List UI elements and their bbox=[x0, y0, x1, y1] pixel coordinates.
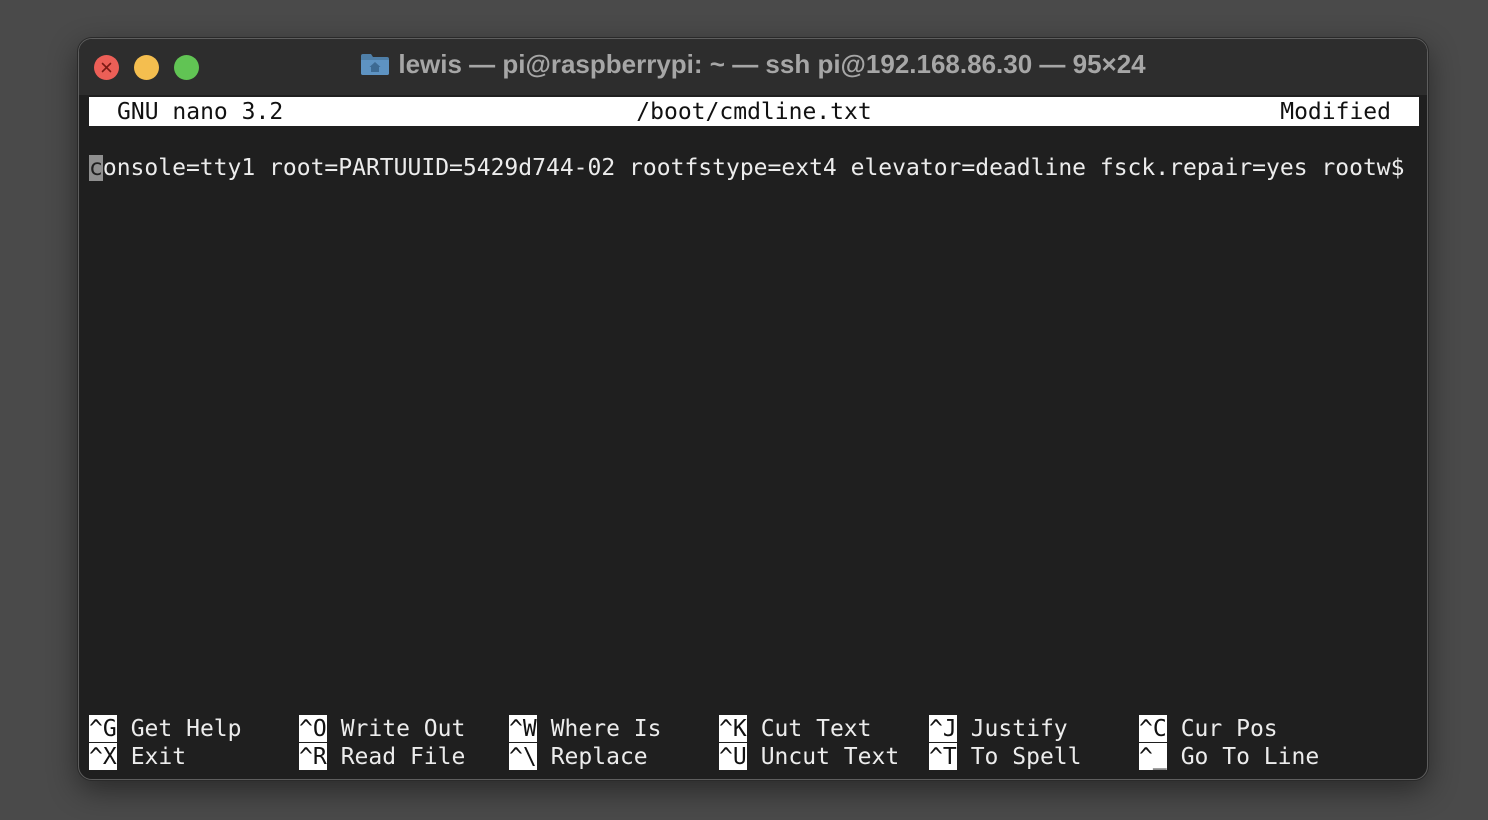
shortcut-label: Write Out bbox=[340, 716, 466, 742]
shortcut-key: ^\ bbox=[509, 743, 537, 770]
shortcut-label: Exit bbox=[130, 744, 187, 770]
shortcut-key: ^W bbox=[509, 715, 537, 742]
shortcut-exit[interactable]: ^X Exit bbox=[89, 743, 186, 771]
shortcut-key: ^T bbox=[929, 743, 957, 770]
shortcut-uncut-text[interactable]: ^U Uncut Text bbox=[719, 743, 899, 771]
editor-line[interactable]: console=tty1 root=PARTUUID=5429d744-02 r… bbox=[89, 155, 1405, 181]
shortcut-label: Read File bbox=[340, 744, 466, 770]
shortcut-key: ^U bbox=[719, 743, 747, 770]
shortcut-label: To Spell bbox=[970, 744, 1082, 770]
shortcut-label: Cut Text bbox=[760, 716, 872, 742]
title-bar[interactable]: lewis — pi@raspberrypi: ~ — ssh pi@192.1… bbox=[79, 39, 1427, 95]
shortcut-justify[interactable]: ^J Justify bbox=[929, 715, 1068, 743]
shortcut-read-file[interactable]: ^R Read File bbox=[299, 743, 465, 771]
nano-filename: /boot/cmdline.txt bbox=[636, 99, 872, 125]
shortcut-label: Where Is bbox=[550, 716, 662, 742]
shortcut-get-help[interactable]: ^G Get Help bbox=[89, 715, 241, 743]
window-title-text: lewis — pi@raspberrypi: ~ — ssh pi@192.1… bbox=[398, 49, 1146, 79]
folder-home-icon bbox=[361, 54, 390, 75]
shortcut-to-spell[interactable]: ^T To Spell bbox=[929, 743, 1081, 771]
window-title: lewis — pi@raspberrypi: ~ — ssh pi@192.1… bbox=[79, 49, 1427, 80]
shortcut-label: Replace bbox=[550, 744, 648, 770]
nano-modified-status: Modified bbox=[1280, 99, 1391, 125]
terminal-area[interactable]: GNU nano 3.2 /boot/cmdline.txt Modified … bbox=[89, 97, 1419, 773]
terminal-window: lewis — pi@raspberrypi: ~ — ssh pi@192.1… bbox=[78, 38, 1428, 780]
shortcut-key: ^K bbox=[719, 715, 747, 742]
shortcut-key: ^R bbox=[299, 743, 327, 770]
nano-header-bar: GNU nano 3.2 /boot/cmdline.txt Modified bbox=[89, 97, 1419, 126]
shortcut-replace[interactable]: ^\ Replace bbox=[509, 743, 648, 771]
shortcut-where-is[interactable]: ^W Where Is bbox=[509, 715, 661, 743]
text-cursor: c bbox=[89, 155, 103, 181]
shortcut-label: Uncut Text bbox=[760, 744, 900, 770]
shortcut-write-out[interactable]: ^O Write Out bbox=[299, 715, 465, 743]
shortcut-label: Go To Line bbox=[1180, 744, 1320, 770]
shortcut-go-to-line[interactable]: ^_ Go To Line bbox=[1139, 743, 1319, 771]
shortcut-key: ^X bbox=[89, 743, 117, 770]
shortcut-label: Justify bbox=[970, 716, 1068, 742]
shortcut-key: ^C bbox=[1139, 715, 1167, 742]
shortcut-key: ^_ bbox=[1139, 743, 1167, 770]
shortcut-cut-text[interactable]: ^K Cut Text bbox=[719, 715, 871, 743]
shortcut-label: Get Help bbox=[130, 716, 242, 742]
shortcut-key: ^J bbox=[929, 715, 957, 742]
shortcut-key: ^O bbox=[299, 715, 327, 742]
shortcut-key: ^G bbox=[89, 715, 117, 742]
shortcut-label: Cur Pos bbox=[1180, 716, 1278, 742]
shortcut-cur-pos[interactable]: ^C Cur Pos bbox=[1139, 715, 1278, 743]
editor-line-text: onsole=tty1 root=PARTUUID=5429d744-02 ro… bbox=[102, 155, 1405, 181]
